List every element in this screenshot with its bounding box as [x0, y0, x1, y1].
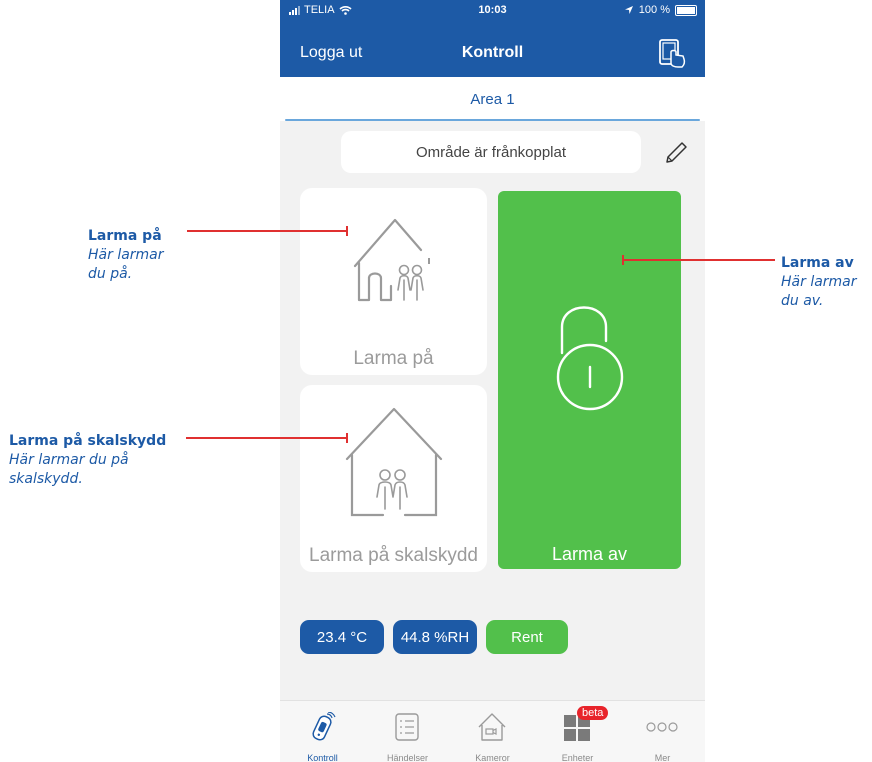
status-bar: TELIA 10:03 100 % — [280, 0, 705, 29]
annotation-desc-line: Här larmar du på — [9, 452, 129, 468]
battery-icon — [675, 4, 697, 16]
tab-label: Mer — [654, 753, 671, 762]
beta-badge: beta — [577, 706, 609, 720]
tab-mer[interactable]: Mer — [620, 701, 705, 762]
annotation-desc-line: du på. — [88, 266, 133, 282]
location-arrow-icon — [624, 6, 633, 14]
area-selector[interactable]: Area 1 — [280, 77, 705, 121]
tab-enheter[interactable]: beta Enheter — [535, 701, 620, 762]
humidity-badge[interactable]: 44.8 %RH — [393, 620, 477, 654]
phone-screen: TELIA 10:03 100 % Logga ut Kontroll Area — [280, 0, 705, 762]
annotation-tick — [346, 226, 348, 236]
temperature-badge[interactable]: 23.4 °C — [300, 620, 384, 654]
tab-kontroll[interactable]: Kontroll — [280, 701, 365, 762]
annotation-line-arm-on — [187, 230, 348, 232]
tab-label: Kameror — [475, 753, 510, 762]
tab-handelser[interactable]: Händelser — [365, 701, 450, 762]
annotation-tick — [346, 433, 348, 443]
disarm-label: Larma av — [551, 544, 628, 564]
annotation-disarm: Larma av Här larmar du av. — [781, 254, 857, 311]
annotation-title: Larma på skalskydd — [9, 433, 167, 449]
tab-kameror[interactable]: Kameror — [450, 701, 535, 762]
tab-label: Kontroll — [307, 753, 338, 762]
arm-on-button[interactable]: Larma på — [300, 188, 487, 375]
battery-percent: 100 % — [638, 4, 670, 16]
area-status: Område är frånkopplat — [341, 131, 641, 173]
arm-on-label: Larma på — [353, 348, 434, 369]
tab-label: Händelser — [386, 753, 429, 762]
disarm-button[interactable]: Larma av — [498, 191, 681, 569]
annotation-arm-shell: Larma på skalskydd Här larmar du på skal… — [9, 432, 166, 489]
annotation-desc-line: Här larmar — [781, 274, 857, 290]
annotation-desc-line: skalskydd. — [9, 471, 83, 487]
annotation-desc-line: du av. — [781, 293, 824, 309]
arm-shell-button[interactable]: Larma på skalskydd — [300, 385, 487, 572]
annotation-line-arm-shell — [186, 437, 348, 439]
unlocked-padlock-icon — [556, 306, 624, 411]
tab-label: Enheter — [561, 753, 594, 762]
nav-bar: Logga ut Kontroll — [280, 29, 705, 77]
arm-shell-label: Larma på skalskydd — [309, 545, 478, 566]
tablet-touch-icon[interactable] — [657, 38, 687, 68]
annotation-tick — [622, 255, 624, 265]
tab-bar: Kontroll Händelser Kameror beta Enheter … — [280, 700, 705, 762]
annotation-line-disarm — [622, 259, 775, 261]
annotation-title: Larma av — [781, 255, 854, 271]
annotation-desc-line: Här larmar — [88, 247, 164, 263]
edit-pencil-icon[interactable] — [663, 140, 689, 166]
house-family-inside-icon — [345, 407, 443, 517]
annotation-arm-on: Larma på Här larmar du på. — [88, 227, 164, 284]
page-title: Kontroll — [461, 44, 524, 61]
remote-control-icon — [312, 712, 336, 741]
house-family-icon — [353, 218, 430, 302]
annotation-title: Larma på — [88, 228, 162, 244]
air-quality-badge[interactable]: Rent — [486, 620, 568, 654]
camera-house-icon — [478, 713, 506, 741]
area-underline — [285, 119, 700, 121]
more-dots-icon — [646, 722, 678, 732]
status-right: 100 % — [624, 4, 697, 16]
event-list-icon — [395, 713, 419, 741]
area-name: Area 1 — [470, 91, 515, 108]
